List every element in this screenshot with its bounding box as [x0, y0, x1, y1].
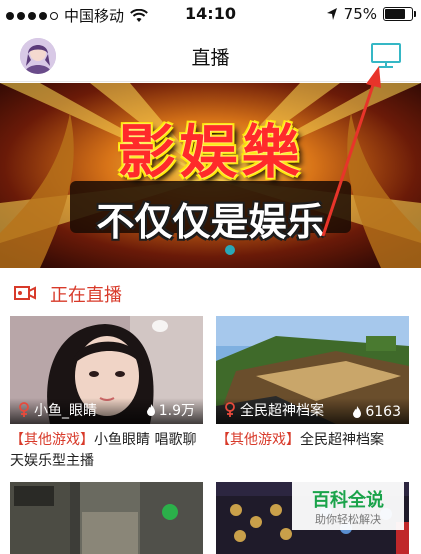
tv-icon — [371, 43, 401, 68]
anchor-name-text: 小鱼_眼睛 — [34, 403, 97, 419]
flame-icon — [353, 406, 362, 418]
anchor-name: 全民超神档案 — [224, 400, 324, 420]
stream-card[interactable]: 全民超神档案 6163 【其他游戏】全民超神档案 — [216, 316, 411, 476]
view-count: 6163 — [352, 404, 401, 420]
banner-headline: 影娱樂 — [117, 118, 304, 186]
stream-card-partial[interactable] — [10, 482, 203, 554]
stream-caption: 【其他游戏】小鱼眼睛 唱歌聊天娱乐型主播 — [10, 430, 205, 472]
location-arrow-icon — [326, 8, 337, 20]
nav-bar: 直播 — [0, 30, 421, 82]
view-count-text: 6163 — [365, 404, 401, 420]
stream-category-tag: 【其他游戏】 — [10, 432, 94, 448]
view-count: 1.9万 — [146, 400, 195, 420]
page-title: 直播 — [191, 47, 230, 69]
female-icon — [19, 402, 29, 417]
watermark-logo: 百科全说 助你轻松解决 — [292, 482, 404, 530]
video-camera-icon — [14, 286, 36, 300]
promo-banner[interactable]: 影娱樂 不仅仅是娱乐 — [0, 83, 421, 268]
view-count-text: 1.9万 — [158, 403, 195, 419]
banner-slogan: 不仅仅是娱乐 — [96, 200, 325, 244]
stream-thumbnail: 全民超神档案 6163 — [216, 316, 409, 424]
watermark-title: 百科全说 — [312, 490, 384, 511]
stream-caption: 【其他游戏】全民超神档案 — [216, 430, 411, 451]
stream-title: 全民超神档案 — [300, 432, 384, 448]
status-bar: 中国移动 14:10 75% — [0, 0, 421, 30]
section-title: 正在直播 — [50, 285, 122, 306]
battery-fill — [385, 9, 405, 19]
anchor-name: 小鱼_眼睛 — [18, 400, 97, 420]
tv-button[interactable] — [369, 41, 403, 71]
flame-icon — [146, 404, 155, 416]
battery-percent: 75% — [343, 5, 377, 23]
stream-card[interactable]: 小鱼_眼睛 1.9万 【其他游戏】小鱼眼睛 唱歌聊天娱乐型主播 — [10, 316, 205, 476]
female-icon — [225, 402, 235, 417]
battery-icon — [383, 7, 416, 21]
stream-thumbnail: 小鱼_眼睛 1.9万 — [10, 316, 203, 424]
live-section-header: 正在直播 — [0, 276, 421, 312]
stream-category-tag: 【其他游戏】 — [216, 432, 300, 448]
anchor-name-text: 全民超神档案 — [240, 403, 324, 419]
banner-page-indicator — [225, 245, 235, 255]
stream-thumbnail-image — [10, 482, 203, 554]
status-right: 75% — [326, 5, 416, 23]
watermark-subtitle: 助你轻松解决 — [315, 513, 381, 526]
